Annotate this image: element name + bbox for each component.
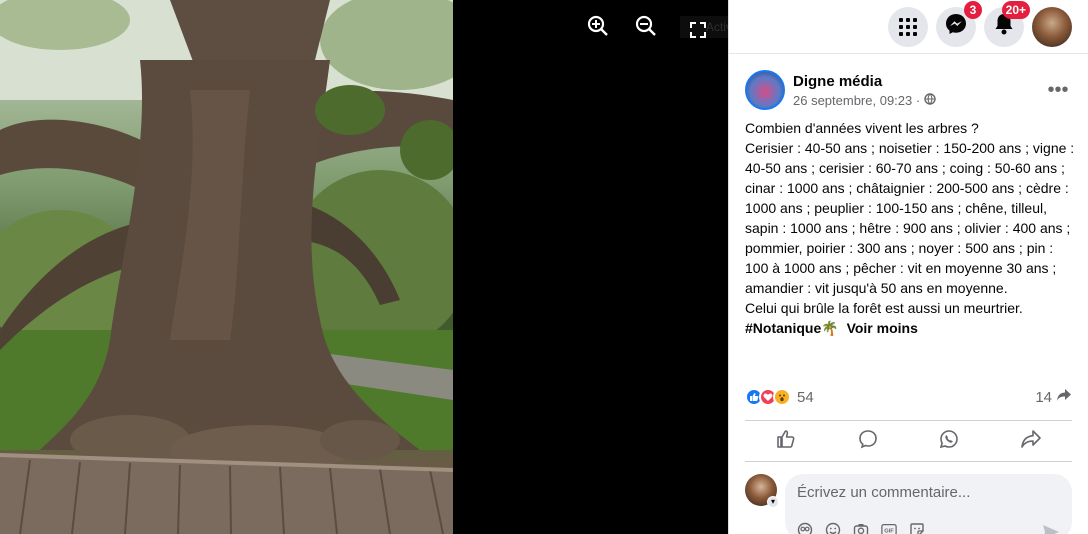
post-header: Digne média 26 septembre, 09:23 · •••	[745, 70, 1072, 110]
post-timestamp: 26 septembre, 09:23 ·	[793, 93, 1044, 108]
notifications-badge: 20+	[1001, 0, 1030, 19]
share-count-value: 14	[1035, 388, 1052, 406]
comment-icon	[858, 429, 878, 454]
see-less-link[interactable]: Voir moins	[847, 320, 918, 336]
post-text-line: Combien d'années vivent les arbres ?	[745, 120, 979, 136]
sticker-icon[interactable]	[909, 522, 925, 534]
comment-button[interactable]	[838, 424, 898, 458]
send-icon[interactable]	[1042, 524, 1060, 534]
avatar-sticker-icon[interactable]	[797, 522, 813, 534]
profile-avatar[interactable]	[1032, 6, 1072, 47]
zoom-in-icon[interactable]	[586, 14, 610, 38]
notifications-button[interactable]: 20+	[984, 0, 1030, 47]
viewer-toolbar	[586, 14, 658, 38]
fullscreen-icon[interactable]	[686, 18, 710, 42]
comment-tools: GIF	[797, 522, 925, 534]
whatsapp-icon	[939, 429, 959, 454]
messenger-button[interactable]: 3	[936, 0, 982, 47]
post-actions	[745, 420, 1072, 462]
zoom-out-icon[interactable]	[634, 14, 658, 38]
globe-icon	[924, 92, 936, 108]
author-name[interactable]: Digne média	[793, 73, 1044, 90]
comment-box: GIF	[785, 474, 1072, 534]
emoji-icon[interactable]	[825, 522, 841, 534]
post-photo[interactable]	[0, 0, 453, 534]
gif-icon[interactable]: GIF	[881, 522, 897, 534]
svg-text:GIF: GIF	[884, 529, 894, 534]
share-arrow-icon	[1056, 388, 1072, 406]
comment-input[interactable]	[797, 484, 1060, 501]
share-icon	[1020, 429, 1042, 454]
comment-composer: ▾ GIF	[745, 474, 1072, 534]
hashtag-link[interactable]: #Notanique🌴	[745, 320, 839, 336]
grid-menu-icon[interactable]	[888, 6, 928, 47]
camera-icon[interactable]	[853, 522, 869, 534]
messenger-badge: 3	[964, 0, 982, 19]
reaction-count[interactable]: 54	[797, 389, 814, 406]
messenger-icon	[945, 13, 967, 40]
page-avatar[interactable]	[745, 70, 785, 110]
post-panel: 3 20+ Digne média 26 septembre, 09:23 · …	[728, 0, 1088, 534]
reaction-icons[interactable]	[745, 388, 791, 406]
post-body: Combien d'années vivent les arbres ? Cer…	[745, 118, 1075, 338]
post-text-line: Celui qui brûle la forêt est aussi un me…	[745, 300, 1023, 316]
whatsapp-share-button[interactable]	[919, 424, 979, 458]
chevron-down-icon[interactable]: ▾	[767, 496, 779, 508]
top-navigation: 3 20+	[729, 0, 1088, 54]
tree-illustration	[0, 0, 453, 534]
wow-reaction-icon	[773, 388, 791, 406]
share-count[interactable]: 14	[1035, 388, 1072, 406]
post-text-line: Cerisier : 40-50 ans ; noisetier : 150-2…	[745, 140, 1075, 296]
like-button[interactable]	[756, 424, 816, 458]
reactions-bar: 54 14	[745, 388, 1072, 406]
more-options-icon[interactable]: •••	[1044, 79, 1072, 102]
current-user-avatar[interactable]: ▾	[745, 474, 779, 508]
post-date-text[interactable]: 26 septembre, 09:23 ·	[793, 93, 920, 108]
share-button[interactable]	[1001, 424, 1061, 458]
like-icon	[776, 429, 796, 454]
photo-viewer: Activer Plein écran	[0, 0, 728, 534]
